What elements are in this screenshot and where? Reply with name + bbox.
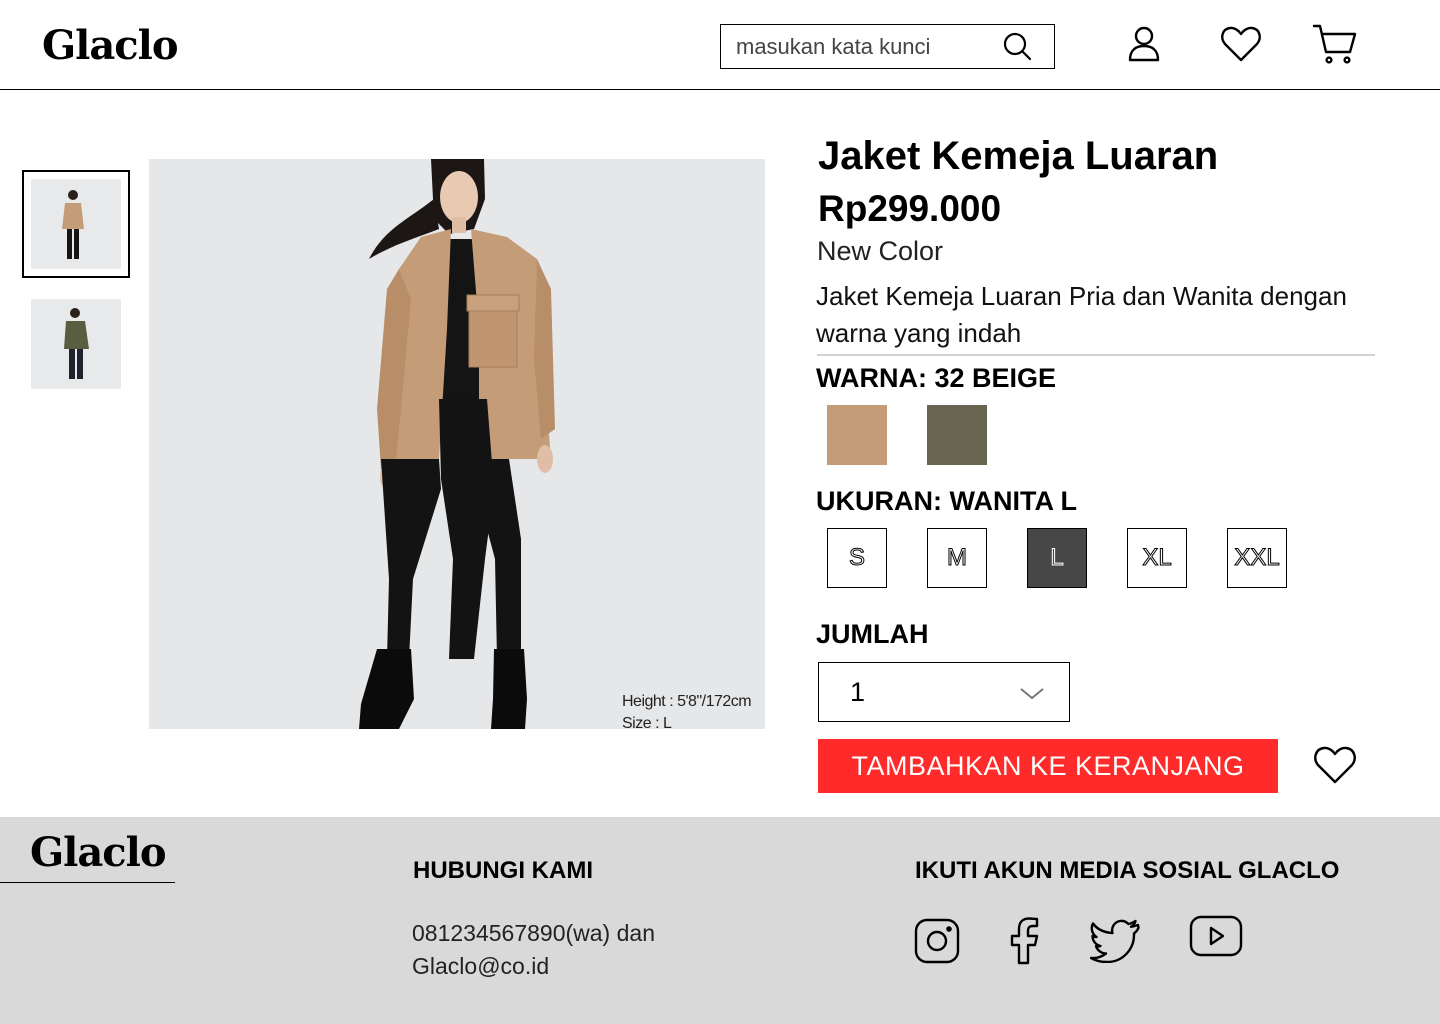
footer-logo-underline	[0, 882, 175, 883]
model-figure	[149, 159, 765, 729]
contact-email[interactable]: Glaclo@co.id	[412, 950, 655, 983]
header: Glaclo	[0, 0, 1440, 90]
photo-caption: Height : 5'8"/172cm Size : L	[622, 691, 752, 729]
product-description: Jaket Kemeja Luaran Pria dan Wanita deng…	[816, 281, 1347, 348]
footer: Glaclo HUBUNGI KAMI 081234567890(wa) dan…	[0, 817, 1440, 1024]
color-swatch-beige[interactable]	[827, 405, 887, 465]
product-title: Jaket Kemeja Luaran	[818, 134, 1219, 178]
search-bar	[720, 24, 1055, 69]
chevron-down-icon	[1020, 688, 1044, 700]
quantity-select[interactable]: 1	[818, 662, 1070, 722]
quantity-value: 1	[850, 677, 866, 707]
size-button-xl[interactable]: XL	[1127, 528, 1187, 588]
size-button-m[interactable]: M	[927, 528, 987, 588]
footer-logo[interactable]: Glaclo	[30, 829, 167, 876]
color-swatch-olive[interactable]	[927, 405, 987, 465]
thumbnail-beige-image	[31, 179, 121, 269]
contact-phone: 081234567890(wa) dan	[412, 920, 655, 946]
size-button-s[interactable]: S	[827, 528, 887, 588]
youtube-icon[interactable]	[1189, 915, 1243, 957]
search-icon[interactable]	[1002, 31, 1032, 61]
wishlist-heart-icon[interactable]	[1312, 743, 1358, 787]
thumbnail-beige[interactable]	[22, 170, 130, 278]
product-subtitle: New Color	[817, 236, 944, 266]
thumbnail-olive[interactable]	[22, 290, 130, 398]
product-photo: Height : 5'8"/172cm Size : L	[149, 159, 765, 729]
contact-heading: HUBUNGI KAMI	[413, 857, 593, 884]
quantity-label: JUMLAH	[816, 619, 929, 649]
twitter-icon[interactable]	[1090, 919, 1142, 963]
divider	[817, 354, 1375, 356]
user-icon[interactable]	[1122, 22, 1166, 66]
size-label: UKURAN: WANITA L	[816, 486, 1077, 516]
instagram-icon[interactable]	[914, 918, 960, 964]
color-label: WARNA: 32 BEIGE	[816, 363, 1057, 393]
cart-icon[interactable]	[1312, 22, 1358, 68]
product-price: Rp299.000	[818, 188, 1002, 229]
thumbnail-olive-image	[31, 299, 121, 389]
logo[interactable]: Glaclo	[42, 22, 179, 69]
photo-caption-size: Size : L	[622, 715, 672, 729]
size-button-xxl[interactable]: XXL	[1227, 528, 1287, 588]
add-to-cart-button[interactable]: TAMBAHKAN KE KERANJANG	[818, 739, 1278, 793]
size-button-l[interactable]: L	[1027, 528, 1087, 588]
heart-icon[interactable]	[1219, 22, 1263, 66]
contact-info: 081234567890(wa) dan Glaclo@co.id	[412, 917, 655, 983]
social-heading: IKUTI AKUN MEDIA SOSIAL GLACLO	[915, 857, 1340, 884]
search-input[interactable]	[721, 26, 991, 67]
facebook-icon[interactable]	[1006, 917, 1044, 965]
photo-caption-height: Height : 5'8"/172cm	[622, 693, 752, 710]
